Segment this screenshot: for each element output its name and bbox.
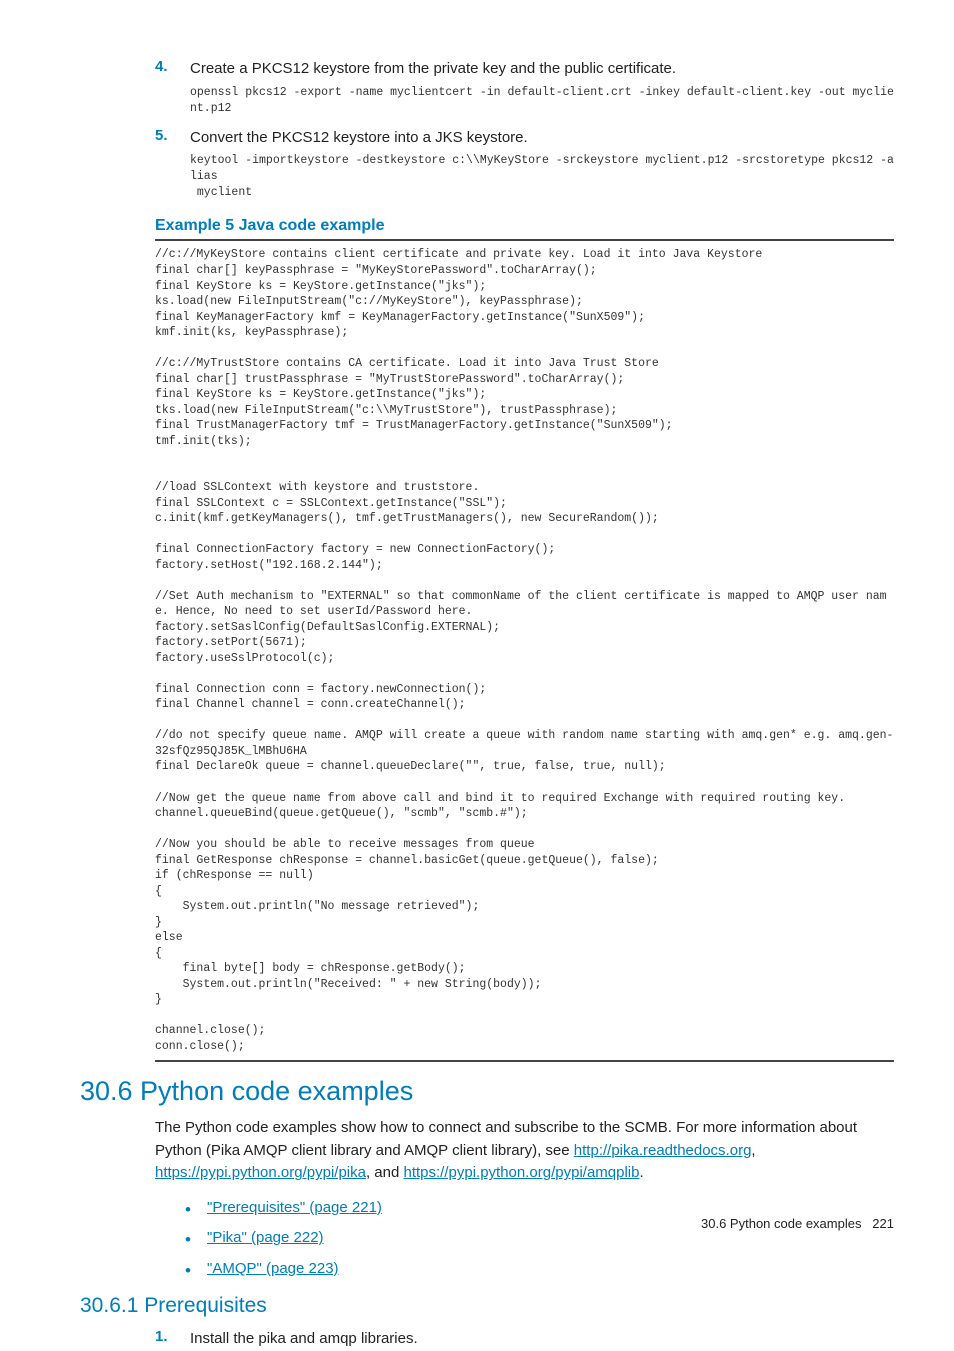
section-heading-30-6: 30.6 Python code examples xyxy=(80,1076,894,1107)
step-number: 1. xyxy=(155,1328,190,1351)
footer-page-number: 221 xyxy=(872,1216,894,1231)
step-number: 5. xyxy=(155,127,190,150)
section-intro: The Python code examples show how to con… xyxy=(155,1117,894,1185)
period: . xyxy=(639,1164,643,1181)
xref-pika[interactable]: "Pika" (page 222) xyxy=(207,1229,324,1246)
step-5: 5. Convert the PKCS12 keystore into a JK… xyxy=(155,127,894,150)
page-footer: 30.6 Python code examples 221 xyxy=(701,1216,894,1231)
section-links-list: "Prerequisites" (page 221) "Pika" (page … xyxy=(185,1197,894,1281)
link-pypi-amqplib[interactable]: https://pypi.python.org/pypi/amqplib xyxy=(404,1164,640,1181)
horizontal-rule xyxy=(155,239,894,241)
step-5-code: keytool -importkeystore -destkeystore c:… xyxy=(190,153,894,201)
step-4: 4. Create a PKCS12 keystore from the pri… xyxy=(155,58,894,81)
link-pypi-pika[interactable]: https://pypi.python.org/pypi/pika xyxy=(155,1164,366,1181)
separator: , xyxy=(751,1142,755,1159)
horizontal-rule xyxy=(155,1060,894,1062)
step-text: Convert the PKCS12 keystore into a JKS k… xyxy=(190,127,894,150)
example-title: Example 5 Java code example xyxy=(155,217,894,235)
xref-prerequisites[interactable]: "Prerequisites" (page 221) xyxy=(207,1199,382,1216)
separator: , and xyxy=(366,1164,404,1181)
step-text: Install the pika and amqp libraries. xyxy=(190,1328,894,1351)
link-pika-docs[interactable]: http://pika.readthedocs.org xyxy=(574,1142,752,1159)
java-code-block: //c://MyKeyStore contains client certifi… xyxy=(155,247,894,1054)
step-text: Create a PKCS12 keystore from the privat… xyxy=(190,58,894,81)
list-item: "AMQP" (page 223) xyxy=(185,1258,894,1281)
step-number: 4. xyxy=(155,58,190,81)
footer-section: 30.6 Python code examples xyxy=(701,1216,861,1231)
section-heading-30-6-1: 30.6.1 Prerequisites xyxy=(80,1294,894,1318)
step-4-code: openssl pkcs12 -export -name myclientcer… xyxy=(190,85,894,117)
xref-amqp[interactable]: "AMQP" (page 223) xyxy=(207,1260,339,1277)
step-1: 1. Install the pika and amqp libraries. xyxy=(155,1328,894,1351)
